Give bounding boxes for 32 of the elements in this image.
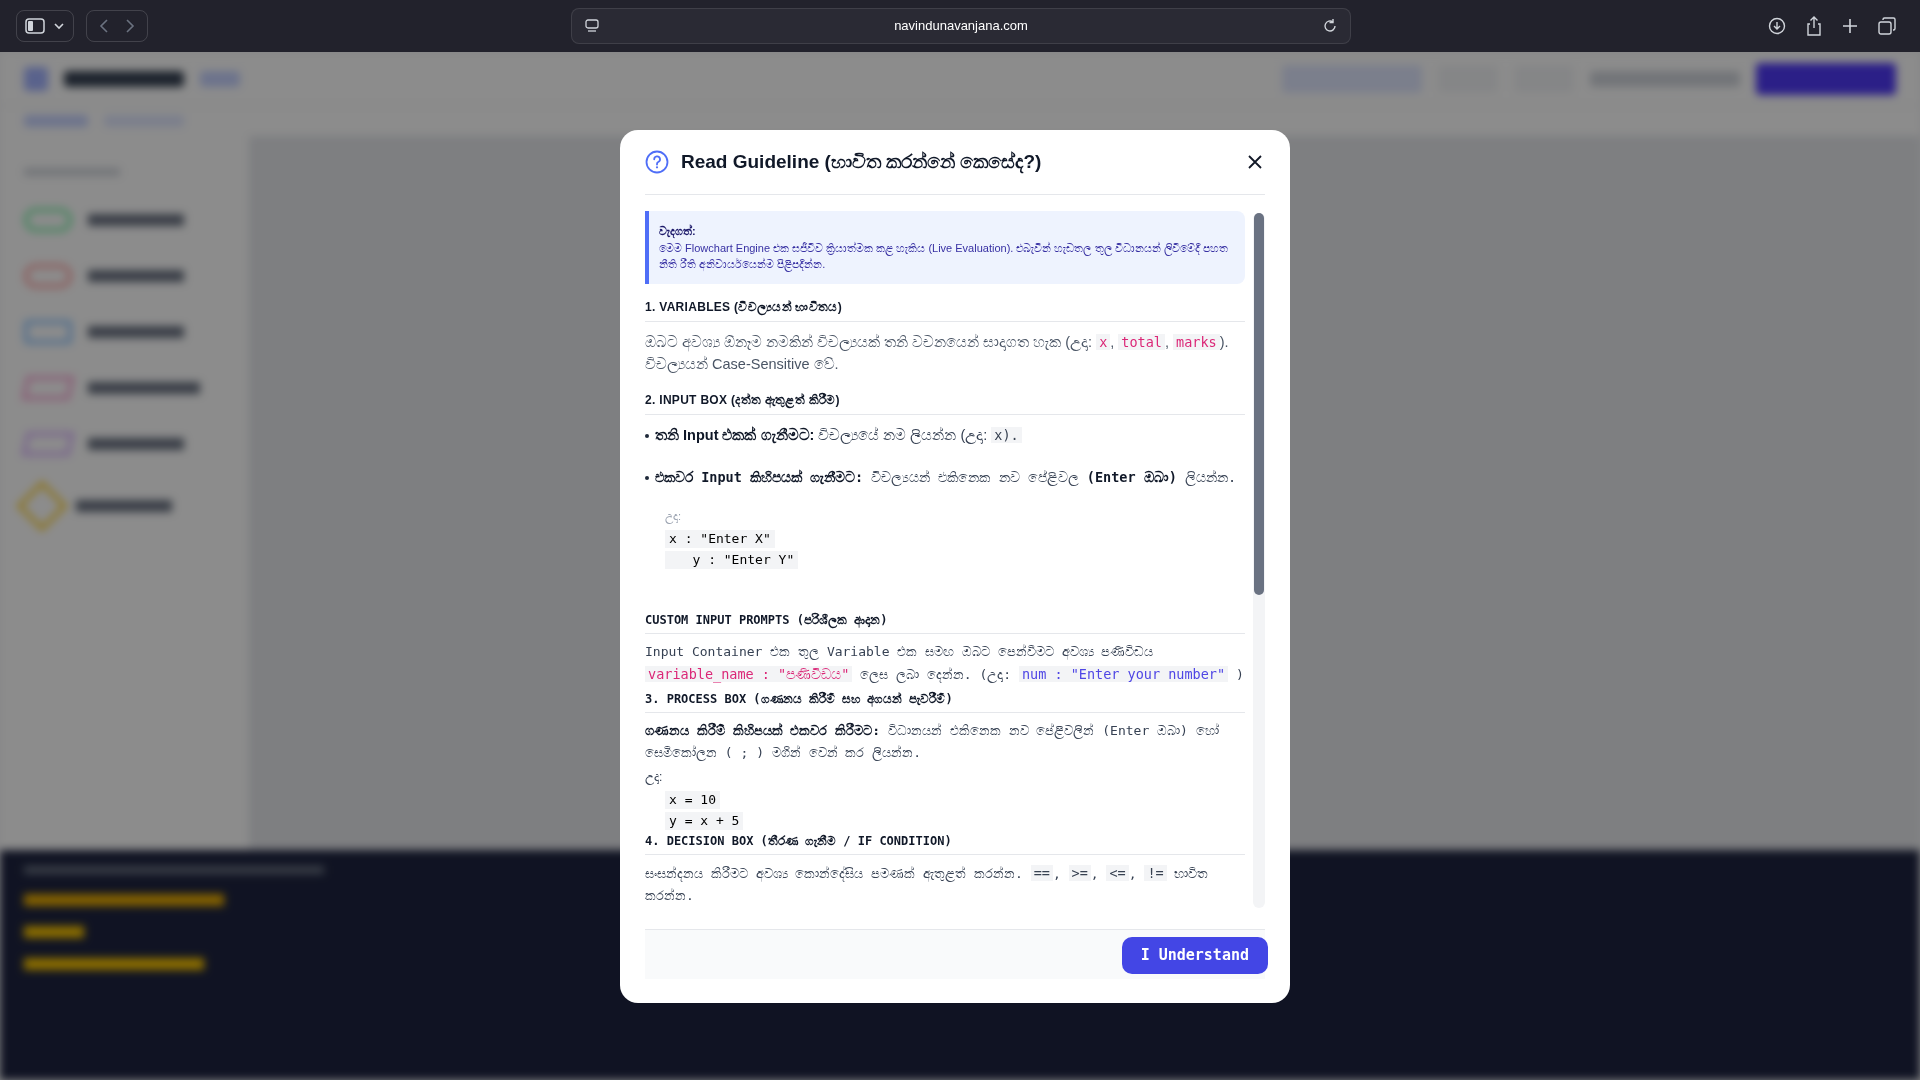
section-heading: 2. INPUT BOX (දත්ත ඇතුළත් කිරීම) xyxy=(645,390,1245,415)
bullet-text: එකවර Input කිහිපයක් ගැනීමට: විචල්‍යයන් එකිනෙක නව පේළිවල (Enter ඔබා) ලියන්න. xyxy=(655,467,1237,488)
download-icon[interactable] xyxy=(1768,17,1786,35)
example-label: උදා: xyxy=(664,508,682,524)
plus-icon[interactable] xyxy=(1842,18,1858,34)
understand-button[interactable]: I Understand xyxy=(1121,936,1268,974)
paragraph: Input Container එක තුල Variable එක සමඟ ඔබට පෙන්වීමට අවශ්‍ය පණිවිඩය variable_name : "පණිවිඩය" ලෙස ලබා දෙන්න. (උදා: num : "Enter your number" ) xyxy=(645,643,1245,685)
section-heading: 3. PROCESS BOX (ගණනය කිරීම් සහ අගයන් පැවරීම්) xyxy=(645,690,1245,713)
sidebar-icon[interactable] xyxy=(25,18,45,34)
note-heading: වැදගත්: xyxy=(659,223,697,240)
paragraph: ගණනය කිරීම් කිහිපයක් එකවර කිරීමට: විධානයන් එකිනෙක නව පේළිවලින් (Enter ඔබා) හෝ සෙමිකෝලන ( ; ) මගින් වෙන් කර ලියන්න. xyxy=(645,721,1220,763)
scrollbar[interactable] xyxy=(1253,213,1265,908)
share-icon[interactable] xyxy=(1806,16,1822,36)
dialog-title: Read Guideline (භාවිත කරන්නේ කෙසේද?) xyxy=(681,149,1042,176)
site-settings-icon[interactable] xyxy=(584,19,600,33)
section-heading: CUSTOM INPUT PROMPTS (පරිශීලක ආදාන) xyxy=(645,611,1245,634)
section-heading: 1. VARIABLES (විචල්‍යයන් භාවිතය) xyxy=(645,297,1245,322)
bullet-text: තනි Input එකක් ගැනීමට: විචල්‍යයේ නම ලියන්න (උදා: x). xyxy=(655,423,1022,446)
example-label: උදා: xyxy=(645,769,663,786)
tabs-icon[interactable] xyxy=(1878,17,1896,35)
chevron-down-icon[interactable] xyxy=(53,22,65,30)
note-text: මෙම Flowchart Engine එක සජීවීව ක්‍රියාත්මක කළ හැකිය (Live Evaluation). එබැවින් හැඩතල තුල විධානයන් ලිවීමේදී පහත නීති රීති අනිවාර්යයෙන්ම පිළිපදින්න. xyxy=(659,240,1229,272)
address-bar[interactable]: navindunavanjana.com xyxy=(571,8,1351,44)
url-text: navindunavanjana.com xyxy=(894,17,1028,36)
paragraph: සංසන්දනය කිරීමට අවශ්‍ය කොන්දේසිය පමණක් ඇතුළත් කරන්න. == , >= , <= , != භාවිත කරන්න. xyxy=(645,864,1210,905)
close-icon[interactable] xyxy=(1248,155,1262,169)
section-heading: 4. DECISION BOX (තීරණ ගැනීම / IF CONDITION) xyxy=(645,832,1245,855)
paragraph: ඔබට අවශ්‍ය ඕනෑම නමකින් විචල්‍යයක් තනි වචනයෙන් සාදාගත හැක (උදා: x , total , marks ). විචල්‍යයන් Case-Sensitive වේ. xyxy=(645,332,1230,375)
forward-icon[interactable] xyxy=(125,18,135,34)
reload-icon[interactable] xyxy=(1322,18,1338,34)
back-icon[interactable] xyxy=(99,18,109,34)
help-icon xyxy=(645,150,669,174)
